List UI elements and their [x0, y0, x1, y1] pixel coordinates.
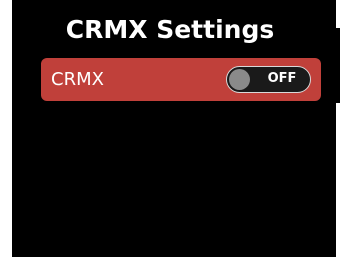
crmx-toggle-switch[interactable]: OFF [226, 66, 311, 93]
setting-label-crmx: CRMX [51, 69, 104, 90]
toggle-knob [229, 68, 250, 90]
toggle-state-text: OFF [267, 71, 297, 86]
setting-row-crmx[interactable]: CRMX OFF [41, 58, 321, 101]
page-title: CRMX Settings [65, 15, 275, 44]
